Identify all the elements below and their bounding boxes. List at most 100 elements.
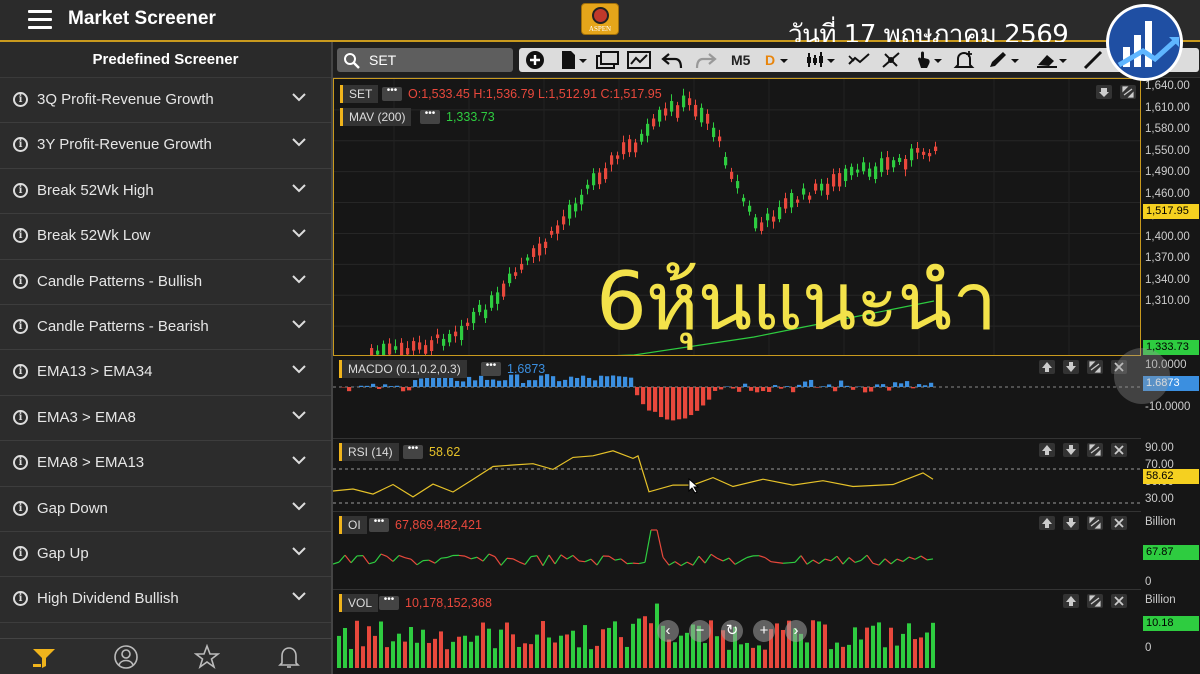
pane-expand-icon[interactable] bbox=[1120, 85, 1136, 99]
macd-menu-icon[interactable]: ••• bbox=[481, 361, 501, 376]
aspen-logo[interactable]: ASPEN bbox=[581, 3, 619, 35]
macd-label[interactable]: MACDO (0.1,0.2,0.3) bbox=[339, 360, 467, 378]
vol-label[interactable]: VOL bbox=[339, 594, 379, 612]
screener-item[interactable]: i Gap Up bbox=[0, 531, 331, 578]
symbol-label[interactable]: SET bbox=[340, 85, 379, 103]
bell-icon[interactable] bbox=[276, 644, 302, 670]
pane-expand-icon[interactable] bbox=[1087, 516, 1103, 530]
symbol-search-input[interactable]: SET bbox=[337, 48, 513, 72]
interval-selector[interactable]: M5 bbox=[731, 50, 750, 70]
undo-icon[interactable] bbox=[661, 50, 683, 70]
new-document-icon[interactable] bbox=[559, 50, 587, 70]
info-icon[interactable]: i bbox=[13, 364, 28, 380]
screener-item[interactable]: i EMA3 > EMA8 bbox=[0, 395, 331, 442]
layouts-icon[interactable] bbox=[595, 50, 619, 70]
oi-pane[interactable]: OI ••• 67,869,482,421 bbox=[333, 512, 1141, 590]
pane-down-icon[interactable] bbox=[1063, 443, 1079, 457]
info-icon[interactable]: i bbox=[13, 318, 28, 334]
drawing-cross-icon[interactable] bbox=[879, 50, 903, 70]
pane-expand-icon[interactable] bbox=[1087, 443, 1103, 457]
chevron-down-icon[interactable] bbox=[292, 362, 306, 376]
zoom-in-icon[interactable]: + bbox=[753, 620, 775, 642]
chevron-down-icon[interactable] bbox=[292, 317, 306, 331]
info-icon[interactable]: i bbox=[13, 273, 28, 289]
info-icon[interactable]: i bbox=[13, 500, 28, 516]
star-icon[interactable] bbox=[193, 643, 221, 670]
search-icon bbox=[344, 53, 360, 69]
pane-up-icon[interactable] bbox=[1039, 443, 1055, 457]
volume-bar bbox=[703, 643, 707, 668]
pane-expand-icon[interactable] bbox=[1087, 360, 1103, 374]
chart-type-icon[interactable] bbox=[627, 50, 651, 70]
info-icon[interactable]: i bbox=[13, 455, 28, 471]
screener-item[interactable]: i Candle Patterns - Bullish bbox=[0, 259, 331, 305]
chevron-down-icon[interactable] bbox=[292, 453, 306, 467]
chevron-down-icon[interactable] bbox=[292, 181, 306, 195]
pane-up-icon[interactable] bbox=[1063, 594, 1079, 608]
vol-menu-icon[interactable]: ••• bbox=[379, 595, 399, 610]
filter-icon[interactable] bbox=[31, 644, 57, 670]
pane-download-icon[interactable] bbox=[1096, 85, 1112, 99]
chevron-down-icon[interactable] bbox=[292, 226, 306, 240]
candle-style-icon[interactable] bbox=[805, 50, 835, 70]
oi-label[interactable]: OI bbox=[339, 516, 367, 534]
user-icon[interactable] bbox=[113, 644, 139, 670]
screener-item[interactable]: i 3Y Profit-Revenue Growth bbox=[0, 123, 331, 169]
screener-item[interactable]: i EMA13 > EMA34 bbox=[0, 350, 331, 396]
macd-pane[interactable]: MACDO (0.1,0.2,0.3) ••• 1.6873 bbox=[333, 356, 1141, 439]
info-icon[interactable]: i bbox=[13, 92, 28, 107]
screener-item[interactable]: i Break 52Wk Low bbox=[0, 214, 331, 260]
add-indicator-icon[interactable] bbox=[525, 50, 545, 70]
eraser-tool-icon[interactable] bbox=[1035, 50, 1069, 70]
chevron-down-icon[interactable] bbox=[292, 499, 306, 513]
mav-label[interactable]: MAV (200) bbox=[340, 108, 412, 126]
scroll-left-icon[interactable]: ‹ bbox=[657, 620, 679, 642]
candle bbox=[496, 292, 500, 304]
screener-item[interactable]: i Gap Down bbox=[0, 486, 331, 532]
screener-item[interactable]: i Candle Patterns - Bearish bbox=[0, 304, 331, 351]
chevron-down-icon[interactable] bbox=[292, 589, 306, 603]
ruler-icon[interactable] bbox=[1083, 50, 1103, 70]
pane-expand-icon[interactable] bbox=[1087, 594, 1103, 608]
chevron-down-icon[interactable] bbox=[292, 408, 306, 422]
info-icon[interactable]: i bbox=[13, 545, 28, 561]
screener-item[interactable]: i High Dividend Bullish bbox=[0, 577, 331, 623]
mav-menu-icon[interactable]: ••• bbox=[420, 109, 440, 124]
screener-item[interactable]: i Break 52Wk High bbox=[0, 168, 331, 215]
redo-icon[interactable] bbox=[695, 50, 717, 70]
scroll-right-icon[interactable]: › bbox=[785, 620, 807, 642]
pointer-icon[interactable] bbox=[913, 50, 943, 70]
rsi-label[interactable]: RSI (14) bbox=[339, 443, 399, 461]
rsi-pane[interactable]: RSI (14) ••• 58.62 bbox=[333, 439, 1141, 512]
rsi-menu-icon[interactable]: ••• bbox=[403, 444, 423, 459]
pane-close-icon[interactable] bbox=[1111, 516, 1127, 530]
info-icon[interactable]: i bbox=[13, 182, 28, 198]
volume-bar bbox=[745, 642, 749, 668]
pane-down-icon[interactable] bbox=[1063, 516, 1079, 530]
hamburger-icon[interactable] bbox=[28, 10, 52, 30]
info-icon[interactable]: i bbox=[13, 409, 28, 425]
symbol-menu-icon[interactable]: ••• bbox=[382, 86, 402, 101]
zoom-out-icon[interactable]: − bbox=[689, 620, 711, 642]
pane-close-icon[interactable] bbox=[1111, 443, 1127, 457]
period-selector[interactable]: D bbox=[765, 50, 775, 70]
pane-down-icon[interactable] bbox=[1063, 360, 1079, 374]
info-icon[interactable]: i bbox=[13, 228, 28, 244]
oi-menu-icon[interactable]: ••• bbox=[369, 517, 389, 532]
period-chevron-icon[interactable] bbox=[777, 50, 791, 70]
pen-tool-icon[interactable] bbox=[987, 50, 1021, 70]
info-icon[interactable]: i bbox=[13, 591, 28, 607]
chevron-down-icon[interactable] bbox=[292, 272, 306, 286]
pane-close-icon[interactable] bbox=[1111, 594, 1127, 608]
pane-up-icon[interactable] bbox=[1039, 360, 1055, 374]
info-icon[interactable]: i bbox=[13, 137, 28, 153]
reset-chart-icon[interactable]: ↻ bbox=[721, 620, 743, 642]
chevron-down-icon[interactable] bbox=[292, 544, 306, 558]
chevron-down-icon[interactable] bbox=[292, 135, 306, 149]
screener-item[interactable]: i 3Q Profit-Revenue Growth bbox=[0, 78, 331, 124]
chevron-down-icon[interactable] bbox=[292, 90, 306, 104]
pane-up-icon[interactable] bbox=[1039, 516, 1055, 530]
screener-item[interactable]: i EMA8 > EMA13 bbox=[0, 441, 331, 487]
compare-icon[interactable] bbox=[847, 50, 871, 70]
add-alert-icon[interactable] bbox=[953, 50, 975, 70]
